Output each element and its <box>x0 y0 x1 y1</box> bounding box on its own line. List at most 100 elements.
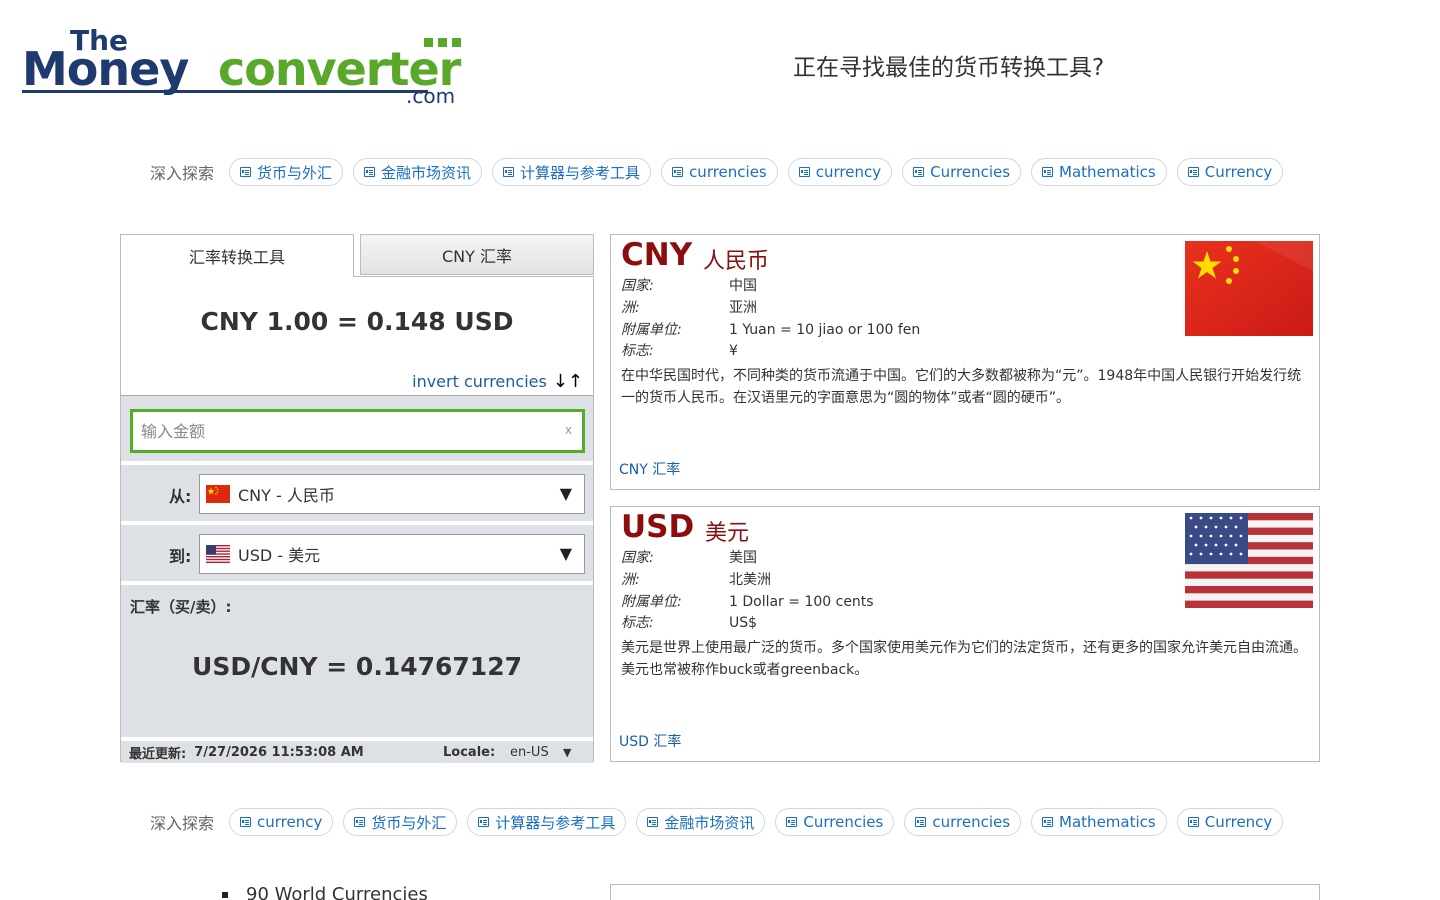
article-icon <box>364 167 376 177</box>
article-icon <box>354 817 366 827</box>
tab-cny-rates[interactable]: CNY 汇率 <box>360 234 594 275</box>
logo-square <box>438 38 447 47</box>
explore-chip[interactable]: 金融市场资讯 <box>636 808 766 836</box>
from-label: 从: <box>169 487 192 506</box>
article-icon <box>1187 817 1199 827</box>
invert-label: invert currencies <box>412 372 547 391</box>
rate-label: 汇率（买/卖）: <box>130 598 232 616</box>
currency-code: USD <box>621 509 695 545</box>
logo-square <box>424 38 433 47</box>
from-currency-select[interactable]: CNY - 人民币 ▼ <box>199 474 585 514</box>
explore-chip[interactable]: Mathematics <box>1031 808 1167 836</box>
divider <box>121 521 593 525</box>
explore-chip[interactable]: 金融市场资讯 <box>353 158 483 186</box>
explore-chip[interactable]: currency <box>787 158 893 186</box>
symbol-row: 标志: ¥ <box>621 343 738 359</box>
currency-description: 美元是世界上使用最广泛的货币。多个国家使用美元作为它们的法定货币，还有更多的国家… <box>621 640 1307 678</box>
article-icon <box>240 167 252 177</box>
amount-input[interactable] <box>133 412 533 450</box>
tab-converter[interactable]: 汇率转换工具 <box>120 234 354 277</box>
chevron-down-icon: ▼ <box>559 484 572 503</box>
to-label: 到: <box>169 547 192 566</box>
subunit-row: 附属单位: 1 Yuan = 10 jiao or 100 fen <box>621 322 921 338</box>
symbol-row: 标志: US$ <box>621 615 758 631</box>
tagline: 正在寻找最佳的货币转换工具? <box>793 55 1105 81</box>
explore-chip[interactable]: currency <box>229 808 334 836</box>
continent-row: 洲: 亚洲 <box>621 300 757 316</box>
update-footer: 最近更新: 7/27/2026 11:53:08 AM Locale: en-U… <box>121 737 593 763</box>
currency-name: 美元 <box>705 521 750 546</box>
converter-form: x 从: CNY - 人民币 ▼ 到: <box>121 395 593 763</box>
bottom-panel <box>610 884 1320 900</box>
article-icon <box>786 817 798 827</box>
world-currencies-link[interactable]: 90 World Currencies <box>222 884 428 900</box>
clear-icon[interactable]: x <box>565 423 572 437</box>
locale-select[interactable]: en-US <box>510 745 549 760</box>
invert-currencies-link[interactable]: invert currencies ↓↑ <box>412 371 583 392</box>
currency-code: CNY <box>621 237 693 273</box>
usd-info-card: USD 美元 国家: 美国 洲: 北美洲 附属单位: 1 Dollar = 100 c… <box>610 506 1320 762</box>
explore-chip[interactable]: currencies <box>661 158 778 186</box>
continent-row: 洲: 北美洲 <box>621 572 771 588</box>
to-currency-select[interactable]: USD - 美元 ▼ <box>199 534 585 574</box>
article-icon <box>672 167 684 177</box>
converter-panel: 汇率转换工具 CNY 汇率 CNY 1.00 = 0.148 USD inver… <box>120 234 594 763</box>
article-icon <box>478 817 490 827</box>
explore-chip[interactable]: Currency <box>1176 808 1284 836</box>
chevron-down-icon[interactable]: ▼ <box>563 746 571 759</box>
explore-chip[interactable]: currencies <box>904 808 1022 836</box>
explore-chip[interactable]: 货币与外汇 <box>343 808 458 836</box>
logo-underline <box>198 90 428 93</box>
explore-chip[interactable]: 计算器与参考工具 <box>492 158 652 186</box>
rate-value: USD/CNY = 0.14767127 <box>192 652 522 681</box>
article-icon <box>503 167 515 177</box>
currency-description: 在中华民国时代，不同种类的货币流通于中国。它们的大多数都被称为“元”。1948年… <box>621 368 1302 406</box>
converter-body: CNY 1.00 = 0.148 USD invert currencies ↓… <box>120 276 594 763</box>
updated-value: 7/27/2026 11:53:08 AM <box>194 744 364 760</box>
explore-chip[interactable]: Currencies <box>775 808 895 836</box>
article-icon <box>1187 167 1199 177</box>
article-icon <box>647 817 659 827</box>
swap-arrows-icon: ↓↑ <box>552 371 583 392</box>
china-flag-icon <box>206 485 230 503</box>
site-logo[interactable]: The Money converter .com <box>22 24 474 108</box>
explore-chip[interactable]: Currency <box>1176 158 1284 186</box>
to-currency-value: USD - 美元 <box>238 546 321 565</box>
article-icon <box>1042 817 1054 827</box>
cny-info-card: CNY 人民币 国家: 中国 洲: 亚洲 附属单位: 1 Yuan = 10 jiao… <box>610 234 1320 490</box>
logo-underline <box>22 90 208 93</box>
explore-row-top: 深入探索 货币与外汇 金融市场资讯 计算器与参考工具 currencies cu… <box>150 157 1284 187</box>
logo-com: .com <box>406 84 456 108</box>
subunit-row: 附属单位: 1 Dollar = 100 cents <box>621 594 874 610</box>
usd-rates-link[interactable]: USD 汇率 <box>619 731 681 751</box>
article-icon <box>1042 167 1054 177</box>
cny-rates-link[interactable]: CNY 汇率 <box>619 459 680 479</box>
china-flag-icon <box>1185 241 1313 336</box>
from-currency-value: CNY - 人民币 <box>238 486 335 505</box>
divider <box>121 581 593 585</box>
currency-name: 人民币 <box>703 249 770 274</box>
article-icon <box>913 167 925 177</box>
amount-field: x <box>130 409 585 453</box>
explore-chip[interactable]: 货币与外汇 <box>229 158 344 186</box>
logo-square <box>452 38 461 47</box>
bullet-icon <box>222 892 228 898</box>
logo-money: Money <box>22 42 189 96</box>
updated-label: 最近更新: <box>129 746 187 762</box>
article-icon <box>915 817 927 827</box>
explore-label: 深入探索 <box>150 814 215 833</box>
locale-label: Locale: <box>443 744 496 760</box>
article-icon <box>240 817 252 827</box>
country-row: 国家: 中国 <box>621 278 757 294</box>
divider <box>121 461 593 465</box>
explore-chip[interactable]: Mathematics <box>1031 158 1167 186</box>
article-icon <box>798 167 810 177</box>
explore-label: 深入探索 <box>150 164 215 183</box>
explore-row-bottom: 深入探索 currency 货币与外汇 计算器与参考工具 金融市场资讯 Curr… <box>150 807 1284 837</box>
chevron-down-icon: ▼ <box>559 544 572 563</box>
usa-flag-icon <box>1185 513 1313 608</box>
conversion-result: CNY 1.00 = 0.148 USD <box>200 307 514 336</box>
explore-chip[interactable]: Currencies <box>902 158 1022 186</box>
country-row: 国家: 美国 <box>621 550 757 566</box>
explore-chip[interactable]: 计算器与参考工具 <box>467 808 627 836</box>
